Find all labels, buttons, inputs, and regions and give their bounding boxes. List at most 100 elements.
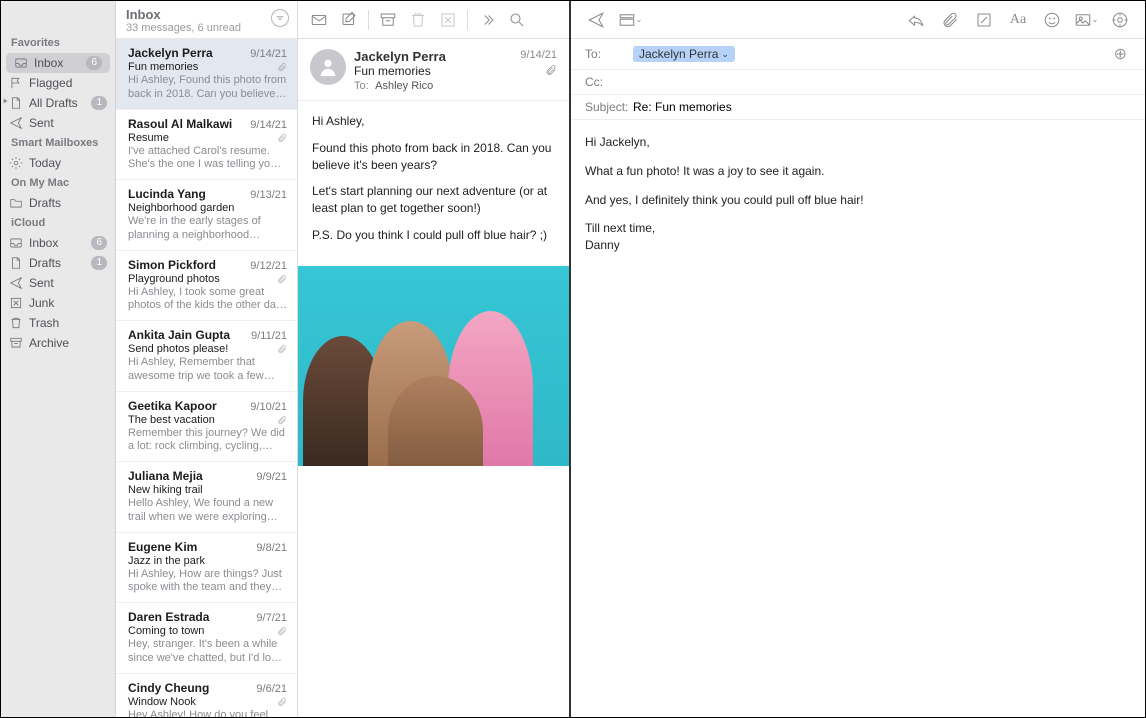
msg-sender: Rasoul Al Malkawi (128, 117, 246, 131)
photo-icon[interactable]: ⌄ (1073, 8, 1099, 32)
more-icon[interactable] (474, 8, 500, 32)
sidebar-item-label: Drafts (29, 196, 61, 210)
compose-paragraph[interactable]: And yes, I definitely think you could pu… (585, 192, 1131, 209)
msg-sender: Ankita Jain Gupta (128, 328, 247, 342)
message-list-column: Inbox 33 messages, 6 unread Jackelyn Per… (116, 1, 298, 717)
markup-icon[interactable] (971, 8, 997, 32)
sidebar-item-drafts[interactable]: Drafts (1, 193, 115, 213)
add-recipient-button[interactable]: ⊕ (1110, 44, 1131, 64)
sidebar-item-flagged[interactable]: Flagged (1, 73, 115, 93)
message-body: Hi Ashley,Found this photo from back in … (298, 101, 569, 266)
sidebar-item-archive[interactable]: Archive (1, 333, 115, 353)
cc-input[interactable] (633, 75, 1131, 89)
attach-icon[interactable] (937, 8, 963, 32)
message-list-header: Inbox 33 messages, 6 unread (116, 1, 297, 39)
msg-subject: Resume (128, 132, 287, 144)
msg-preview: Hey, stranger. It's been a while since w… (128, 638, 287, 666)
message-item[interactable]: Simon Pickford9/12/21Playground photosHi… (116, 251, 297, 322)
sidebar-item-label: Inbox (29, 236, 58, 250)
filter-icon[interactable] (271, 9, 289, 27)
sidebar-item-label: Flagged (29, 76, 72, 90)
sent-icon (9, 276, 23, 290)
cc-field[interactable]: Cc: (571, 70, 1145, 95)
junk-icon[interactable] (435, 8, 461, 32)
sidebar-item-inbox[interactable]: Inbox 6 (1, 233, 115, 253)
sidebar-item-all-drafts[interactable]: All Drafts1 (1, 93, 115, 113)
avatar (310, 49, 346, 85)
emoji-icon[interactable] (1039, 8, 1065, 32)
msg-subject: New hiking trail (128, 484, 287, 496)
message-item[interactable]: Rasoul Al Malkawi 9/14/21ResumeI've attac… (116, 110, 297, 181)
message-image (298, 266, 569, 466)
message-item[interactable]: Ankita Jain Gupta9/11/21Send photos plea… (116, 321, 297, 392)
message-item[interactable]: Jackelyn Perra9/14/21Fun memoriesHi Ashl… (116, 39, 297, 110)
sidebar-item-sent[interactable]: Sent (1, 113, 115, 133)
compose-paragraph[interactable]: Till next time, Danny (585, 220, 1131, 254)
sidebar-item-label: Inbox (34, 56, 63, 70)
sidebar-section-title: iCloud (1, 213, 115, 233)
message-item[interactable]: Juliana Mejia9/9/21New hiking trailHello… (116, 462, 297, 533)
sidebar-item-trash[interactable]: Trash (1, 313, 115, 333)
msg-sender: Juliana Mejia (128, 469, 252, 483)
msg-sender: Lucinda Yang (128, 187, 246, 201)
message-list[interactable]: Jackelyn Perra9/14/21Fun memoriesHi Ashl… (116, 39, 297, 717)
send-icon[interactable] (583, 8, 609, 32)
message-item[interactable]: Cindy Cheung9/6/21Window NookHey Ashley!… (116, 674, 297, 718)
mail-icon[interactable] (306, 8, 332, 32)
msg-date: 9/6/21 (256, 683, 287, 695)
sidebar-item-drafts[interactable]: Drafts1 (1, 253, 115, 273)
to-field[interactable]: To: Jackelyn Perra ⌄ ⊕ (571, 39, 1145, 70)
badge: 6 (91, 236, 107, 250)
msg-sender: Eugene Kim (128, 540, 252, 554)
sidebar-item-today[interactable]: Today (1, 153, 115, 173)
msg-preview: I've attached Carol's resume. She's the … (128, 145, 287, 173)
sidebar-item-junk[interactable]: Junk (1, 293, 115, 313)
msg-preview: Remember this journey? We did a lot: roc… (128, 427, 287, 455)
subject-input[interactable] (633, 100, 1131, 114)
trash-icon[interactable] (405, 8, 431, 32)
header-fields-icon[interactable]: ⌄ (617, 8, 643, 32)
sidebar-item-sent[interactable]: Sent (1, 273, 115, 293)
message-item[interactable]: Daren Estrada9/7/21Coming to townHey, st… (116, 603, 297, 674)
sidebar-item-label: Sent (29, 116, 54, 130)
livetext-icon[interactable] (1107, 8, 1133, 32)
msg-subject: Jazz in the park (128, 555, 287, 567)
msg-subject: Neighborhood garden (128, 202, 287, 214)
sidebar-section-title: On My Mac (1, 173, 115, 193)
msg-subject: Coming to town (128, 625, 287, 637)
paperclip-icon (277, 697, 287, 707)
msg-preview: Hi Ashley, Found this photo from back in… (128, 74, 287, 102)
compose-paragraph[interactable]: Hi Jackelyn, (585, 134, 1131, 151)
format-icon[interactable]: Aa (1005, 8, 1031, 32)
msg-subject: Fun memories (128, 61, 287, 73)
msg-preview: Hi Ashley, How are things? Just spoke wi… (128, 568, 287, 596)
message-sender: Jackelyn Perra (354, 49, 512, 64)
msg-preview: Hi Ashley, I took some great photos of t… (128, 286, 287, 314)
msg-preview: Hello Ashley, We found a new trail when … (128, 497, 287, 525)
disclosure-triangle-icon[interactable] (2, 93, 10, 101)
compose-pane: ⌄ Aa ⌄ To: Jackelyn Perra ⌄ ⊕ Cc: Subjec… (571, 1, 1145, 717)
sidebar-item-label: Archive (29, 336, 69, 350)
msg-date: 9/14/21 (250, 119, 287, 131)
message-item[interactable]: Geetika Kapoor9/10/21The best vacationRe… (116, 392, 297, 463)
compose-icon[interactable] (336, 8, 362, 32)
badge: 6 (86, 56, 102, 70)
compose-body[interactable]: Hi Jackelyn, What a fun photo! It was a j… (571, 120, 1145, 280)
message-item[interactable]: Lucinda Yang9/13/21Neighborhood gardenWe… (116, 180, 297, 251)
folder-icon (9, 196, 23, 210)
compose-paragraph[interactable]: What a fun photo! It was a joy to see it… (585, 163, 1131, 180)
trash-icon (9, 316, 23, 330)
paperclip-icon (277, 415, 287, 425)
badge: 1 (91, 256, 107, 270)
reply-icon[interactable] (903, 8, 929, 32)
mailbox-title: Inbox (126, 7, 287, 22)
chevron-down-icon[interactable]: ⌄ (721, 49, 729, 60)
message-item[interactable]: Eugene Kim9/8/21Jazz in the parkHi Ashle… (116, 533, 297, 604)
archive-icon[interactable] (375, 8, 401, 32)
msg-date: 9/10/21 (250, 401, 287, 413)
inbox-icon (9, 236, 23, 250)
recipient-pill[interactable]: Jackelyn Perra ⌄ (633, 46, 735, 62)
subject-field[interactable]: Subject: (571, 95, 1145, 120)
search-icon[interactable] (504, 8, 530, 32)
sidebar-item-inbox[interactable]: Inbox 6 (6, 53, 110, 73)
